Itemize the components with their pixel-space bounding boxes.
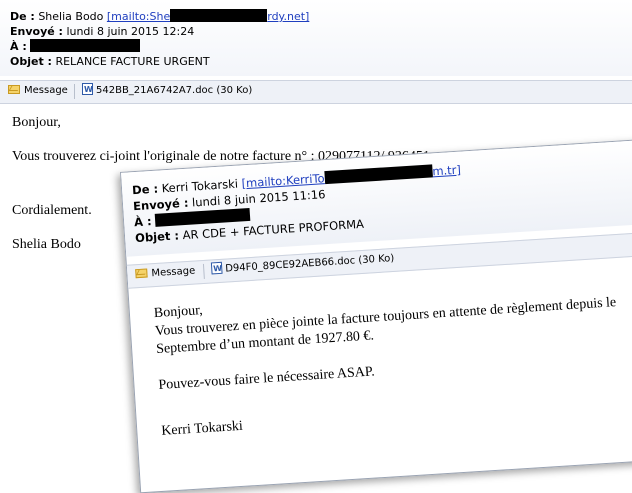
body-greeting: Bonjour, xyxy=(153,303,204,322)
attachment-name[interactable]: 542BB_21A6742A7.doc (30 Ko) xyxy=(96,85,252,96)
to-row: À : xyxy=(10,39,309,54)
subject-label: Objet : xyxy=(134,228,180,246)
envelope-icon xyxy=(135,268,148,279)
email-header: De : Shelia Bodo [mailto:She rdy.net] Env… xyxy=(10,9,309,69)
attachment-bar: Message 542BB_21A6742A7.doc (30 Ko) xyxy=(0,80,632,104)
to-label: À : xyxy=(10,40,27,53)
message-button[interactable]: Message xyxy=(133,263,200,283)
redaction-bar xyxy=(30,39,141,52)
from-link-prefix[interactable]: [mailto:She xyxy=(107,10,170,23)
attachment-item[interactable]: D94F0_89CE92AEB66.doc (30 Ko) xyxy=(209,251,399,279)
from-email-link[interactable]: [mailto:She rdy.net] xyxy=(107,9,309,23)
envelope-icon xyxy=(8,85,20,94)
body-line: Pouvez-vous faire le nécessaire ASAP. xyxy=(158,364,376,393)
from-name: Shelia Bodo xyxy=(38,10,104,23)
message-button[interactable]: Message xyxy=(6,83,72,99)
from-label: De : xyxy=(10,10,35,23)
redaction-bar xyxy=(170,9,268,22)
sent-row: Envoyé : lundi 8 juin 2015 12:24 xyxy=(10,24,309,39)
subject-row: Objet : RELANCE FACTURE URGENT xyxy=(10,54,309,69)
sent-value: lundi 8 juin 2015 12:24 xyxy=(66,25,195,38)
message-button-label: Message xyxy=(151,265,196,280)
body-greeting: Bonjour, xyxy=(12,115,61,130)
message-button-label: Message xyxy=(24,85,68,96)
from-link-suffix[interactable]: rdy.net] xyxy=(267,10,309,23)
body-closing: Cordialement. xyxy=(12,203,92,218)
subject-label: Objet : xyxy=(10,55,52,68)
attachment-item[interactable]: 542BB_21A6742A7.doc (30 Ko) xyxy=(80,82,256,99)
email-window-2: De : Kerri Tokarski [mailto:KerriTom.tr]… xyxy=(120,137,632,493)
word-document-icon xyxy=(210,261,223,275)
word-document-icon xyxy=(82,82,93,98)
from-label: De : xyxy=(131,181,159,198)
sent-label: Envoyé : xyxy=(10,25,63,38)
from-row: De : Shelia Bodo [mailto:She rdy.net] xyxy=(10,9,309,24)
to-label: À : xyxy=(133,214,153,230)
attachment-name[interactable]: D94F0_89CE92AEB66.doc (30 Ko) xyxy=(225,253,395,275)
body-signature: Shelia Bodo xyxy=(12,237,81,252)
divider xyxy=(74,84,75,99)
divider xyxy=(202,263,205,279)
from-link-suffix[interactable]: m.tr] xyxy=(432,163,461,179)
body-line: Vous trouverez en pièce jointe la factur… xyxy=(154,295,617,340)
subject-value: RELANCE FACTURE URGENT xyxy=(55,55,210,68)
body-signature: Kerri Tokarski xyxy=(160,418,244,439)
